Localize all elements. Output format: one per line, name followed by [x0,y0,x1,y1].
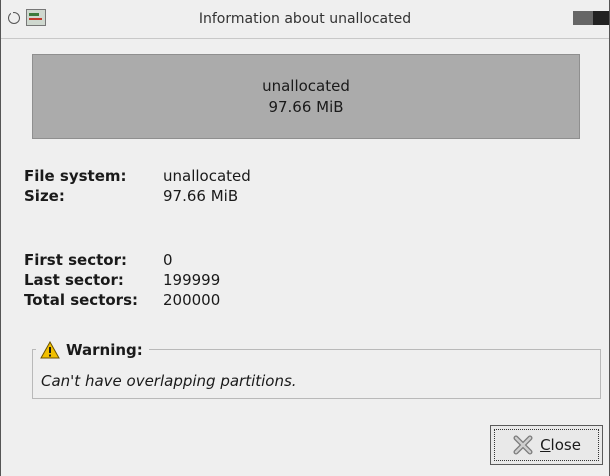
first-sector-label: First sector: [24,251,127,269]
maximize-icon[interactable] [593,11,609,25]
size-value: 97.66 MiB [163,187,239,205]
last-sector-label: Last sector: [24,271,124,289]
title-bar[interactable]: Information about unallocated [1,0,609,39]
dialog-window: Information about unallocated unallocate… [0,0,610,476]
warning-title: Warning: [66,341,143,359]
first-sector-value: 0 [163,251,173,269]
close-x-icon [513,435,533,455]
file-system-value: unallocated [163,167,251,185]
partition-graphic: unallocated 97.66 MiB [32,54,580,139]
total-sectors-label: Total sectors: [24,291,138,309]
size-label: Size: [24,187,65,205]
minimize-icon[interactable] [573,11,593,25]
file-system-label: File system: [24,167,127,185]
total-sectors-value: 200000 [163,291,221,309]
warning-legend: Warning: [36,339,149,361]
partition-graphic-size: 97.66 MiB [268,98,344,116]
last-sector-value: 199999 [163,271,221,289]
window-title: Information about unallocated [198,11,412,27]
close-button-label: Close [540,436,581,454]
partition-graphic-name: unallocated [262,77,350,95]
close-button[interactable]: Close [490,425,603,465]
warning-triangle-icon [40,341,60,359]
warning-message: Can't have overlapping partitions. [41,372,297,390]
